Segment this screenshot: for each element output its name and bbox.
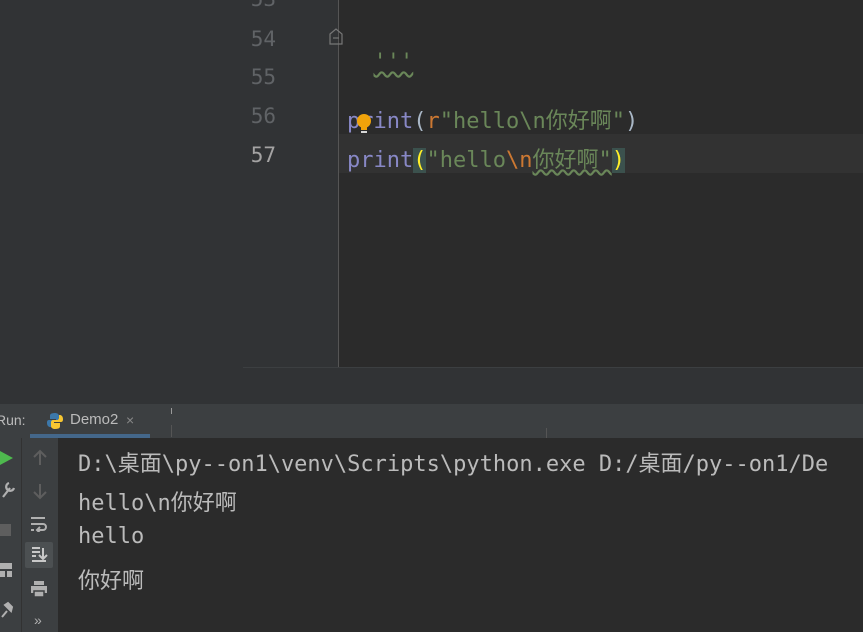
open-paren-highlight: ( <box>413 148 427 173</box>
line-number-53: 53 <box>243 0 276 11</box>
pin-icon[interactable] <box>0 601 14 619</box>
code-line-57[interactable]: print("hello\n你好啊") <box>347 142 625 174</box>
arrow-down-icon[interactable] <box>30 481 50 501</box>
string-part-a: "hello <box>426 148 506 173</box>
console-line-command: D:\桌面\py--on1\venv\Scripts\python.exe D:… <box>78 452 829 477</box>
line-number-54: 54 <box>250 27 276 51</box>
close-paren-highlight: ) <box>611 148 625 173</box>
escape-sequence: \n <box>505 148 533 173</box>
print-builtin: print <box>347 148 414 173</box>
python-icon <box>47 413 63 429</box>
string-part-b: 你好啊" <box>532 148 612 173</box>
raw-prefix: r <box>426 109 440 134</box>
console-line-hello: hello <box>78 524 145 549</box>
wrench-icon[interactable] <box>0 479 16 499</box>
close-paren: ) <box>624 109 639 134</box>
console-line-raw-output: hello\n你好啊 <box>78 491 237 516</box>
print-icon[interactable] <box>28 578 50 600</box>
line-number-56: 56 <box>250 104 276 128</box>
left-panel-strip <box>0 0 243 404</box>
tab-separator <box>171 408 172 414</box>
tab-separator <box>171 425 172 437</box>
editor-bottom-area <box>243 367 863 405</box>
run-icon[interactable] <box>0 448 14 468</box>
code-line-54[interactable]: ''' <box>347 25 414 75</box>
string-literal: "hello\n你好啊" <box>439 109 625 134</box>
line-number-gutter <box>243 0 338 367</box>
tab-close-icon[interactable]: × <box>126 412 134 428</box>
docstring-close: ''' <box>373 50 414 75</box>
stop-icon[interactable] <box>0 522 12 538</box>
code-line-56[interactable]: print(r"hello\n你好啊") <box>347 103 638 135</box>
code-editor[interactable] <box>339 0 863 367</box>
soft-wrap-icon[interactable] <box>28 514 50 534</box>
more-tools-button[interactable]: » <box>34 612 42 628</box>
scroll-to-end-icon[interactable] <box>25 542 53 568</box>
tab-label: Demo2 <box>70 411 119 428</box>
console-line-nihao: 你好啊 <box>78 569 145 594</box>
lightbulb-icon[interactable] <box>355 113 373 135</box>
open-paren: ( <box>413 109 427 134</box>
arrow-up-icon[interactable] <box>30 448 50 468</box>
fold-icon[interactable] <box>329 28 343 45</box>
layout-icon[interactable] <box>0 562 14 578</box>
header-separator <box>546 428 547 438</box>
run-label: Run: <box>0 412 26 428</box>
line-number-57: 57 <box>250 143 276 167</box>
line-number-55: 55 <box>250 65 276 89</box>
